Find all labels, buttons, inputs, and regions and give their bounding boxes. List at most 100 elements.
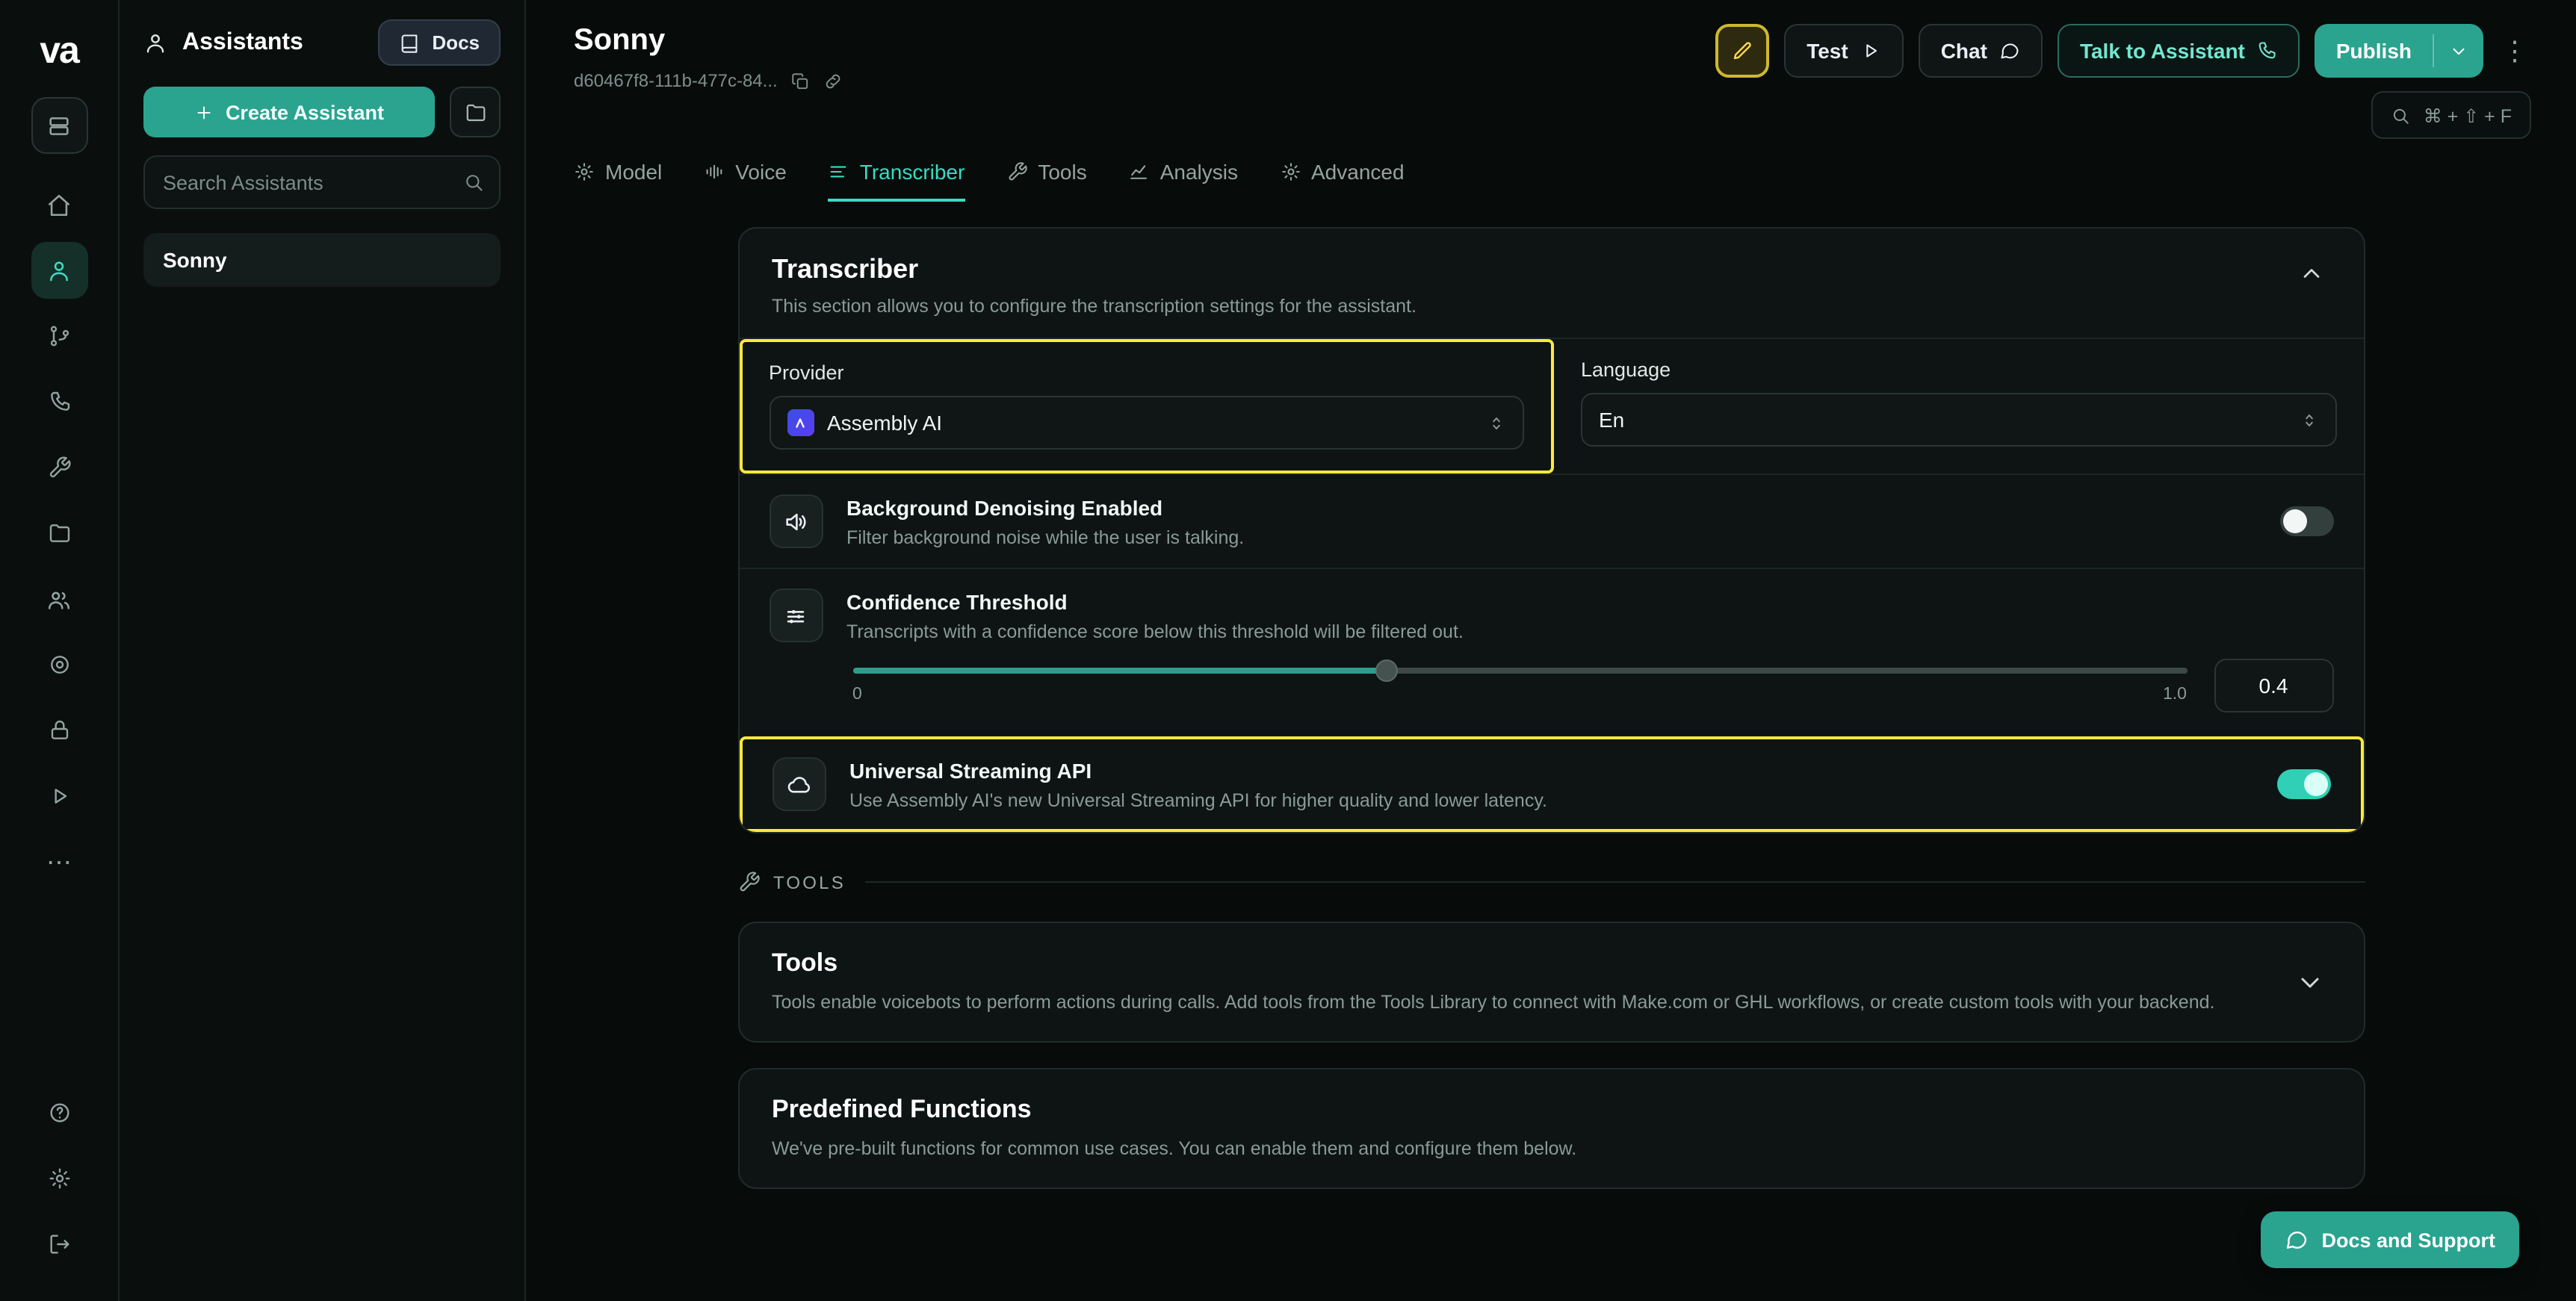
rail-item-logout[interactable] [31, 1216, 87, 1273]
language-select[interactable]: En [1581, 393, 2336, 447]
phone-icon [2257, 40, 2278, 61]
main-panel: Sonny d60467f8-111b-477c-84... Test [526, 0, 2576, 1301]
rail-item-squads[interactable] [31, 571, 87, 627]
tab-advanced[interactable]: Advanced [1280, 160, 1405, 202]
link-icon[interactable] [824, 71, 843, 90]
create-assistant-button[interactable]: Create Assistant [143, 87, 435, 137]
tools-section-divider: TOOLS [737, 871, 2365, 893]
expand-tools-button[interactable] [2288, 961, 2330, 1003]
universal-streaming-row-highlighted: Universal Streaming API Use Assembly AI'… [739, 736, 2363, 832]
provider-label: Provider [769, 361, 1524, 384]
waveform-icon [704, 161, 725, 182]
rail-item-assistants[interactable] [31, 242, 87, 299]
confidence-threshold-row: Confidence Threshold Transcripts with a … [739, 568, 2363, 645]
cloud-icon-tile [772, 757, 826, 811]
toggle-knob [2282, 509, 2306, 533]
tab-voice[interactable]: Voice [704, 160, 787, 202]
publish-button[interactable]: Publish [2315, 24, 2483, 78]
chat-bubble-icon [2284, 1228, 2308, 1252]
slider-track[interactable] [852, 668, 2187, 674]
divider-line [865, 881, 2365, 883]
tab-model[interactable]: Model [574, 160, 662, 202]
confidence-slider: 0 1.0 [852, 659, 2187, 704]
tab-analysis[interactable]: Analysis [1129, 160, 1238, 202]
search-shortcut[interactable]: ⌘ + ⇧ + F [2371, 91, 2531, 139]
rail-item-more[interactable]: ⋯ [31, 833, 87, 890]
rail-item-phone-numbers[interactable] [31, 373, 87, 430]
transcriber-card-header: Transcriber This section allows you to c… [739, 229, 2363, 339]
assistant-title-block: Sonny d60467f8-111b-477c-84... [574, 24, 843, 91]
chart-line-icon [1129, 161, 1150, 182]
rail-item-test[interactable] [31, 768, 87, 825]
rail-item-tools[interactable] [31, 439, 87, 496]
more-menu-button[interactable]: ⋮ [2498, 37, 2531, 64]
assistant-list-item[interactable]: Sonny [143, 233, 501, 287]
rail-item-workflows[interactable] [31, 308, 87, 364]
assistant-tabs: Model Voice Transcriber Tools Analysis A… [526, 139, 2576, 202]
search-assistants-input[interactable] [143, 155, 501, 209]
logout-icon [47, 1232, 71, 1256]
assistant-header: Sonny d60467f8-111b-477c-84... Test [526, 0, 2576, 139]
unfold-icon [1487, 413, 1506, 432]
play-icon [1860, 40, 1881, 61]
slider-fill [852, 668, 1386, 674]
cloud-icon [786, 771, 811, 797]
test-button[interactable]: Test [1784, 24, 1904, 78]
predefined-title: Predefined Functions [772, 1095, 2330, 1125]
confidence-value-input[interactable]: 0.4 [2214, 659, 2333, 712]
docs-button[interactable]: Docs [378, 19, 501, 66]
rail-item-files[interactable] [31, 505, 87, 562]
provider-field-highlighted: Provider Assembly AI [739, 339, 1554, 473]
target-icon [47, 653, 71, 677]
provider-select[interactable]: Assembly AI [769, 396, 1524, 450]
folder-icon [47, 521, 71, 545]
copy-icon[interactable] [791, 71, 811, 90]
chat-bubble-icon [1999, 40, 2020, 61]
rail-item-community[interactable] [31, 636, 87, 693]
rail-item-overview[interactable] [31, 176, 87, 233]
workspace-switcher-button[interactable] [31, 97, 87, 154]
sidebar-title: Assistants [182, 29, 363, 56]
rail-item-settings[interactable] [31, 1150, 87, 1207]
folder-icon [464, 101, 486, 123]
speaker-icon [783, 509, 808, 534]
sliders-icon [783, 603, 808, 628]
gear-icon [574, 161, 595, 182]
slider-max-label: 1.0 [2163, 686, 2187, 704]
talk-to-assistant-button[interactable]: Talk to Assistant [2058, 24, 2300, 78]
plus-icon [194, 102, 214, 122]
tools-title: Tools [772, 948, 2247, 978]
chevron-down-icon[interactable] [2434, 24, 2483, 78]
predefined-description: We've pre-built functions for common use… [772, 1135, 2236, 1162]
app-window: va [0, 0, 2576, 1301]
header-actions: Test Chat Talk to Assistant Publish [1715, 24, 2531, 139]
setting-title: Confidence Threshold [846, 589, 2333, 613]
docs-and-support-button[interactable]: Docs and Support [2260, 1211, 2519, 1268]
icon-rail: va [0, 0, 120, 1301]
sidebar-header: Assistants Docs [120, 0, 524, 81]
text-lines-icon [829, 161, 849, 182]
collapse-button[interactable] [2291, 254, 2330, 293]
universal-streaming-toggle[interactable] [2276, 769, 2330, 799]
background-denoising-row: Background Denoising Enabled Filter back… [739, 473, 2363, 568]
tab-transcriber[interactable]: Transcriber [829, 160, 965, 202]
levels-icon-tile [769, 589, 823, 642]
new-folder-button[interactable] [450, 87, 501, 137]
pencil-icon [1730, 39, 1754, 63]
language-field: Language En [1554, 339, 2363, 473]
wrench-icon [737, 871, 760, 893]
setting-description: Use Assembly AI's new Universal Streamin… [849, 789, 2253, 810]
person-icon [143, 31, 167, 55]
background-denoising-toggle[interactable] [2279, 506, 2333, 536]
tab-tools[interactable]: Tools [1006, 160, 1086, 202]
chat-button[interactable]: Chat [1919, 24, 2043, 78]
rail-item-help[interactable] [31, 1084, 87, 1141]
rail-item-vault[interactable] [31, 702, 87, 759]
slider-handle[interactable] [1375, 659, 1397, 682]
home-icon [46, 192, 72, 217]
help-circle-icon [47, 1101, 71, 1125]
assistants-sidebar: Assistants Docs Create Assistant Sonny [120, 0, 526, 1301]
edit-button[interactable] [1715, 24, 1769, 78]
search-icon [463, 172, 484, 193]
divider-label: TOOLS [773, 872, 846, 892]
